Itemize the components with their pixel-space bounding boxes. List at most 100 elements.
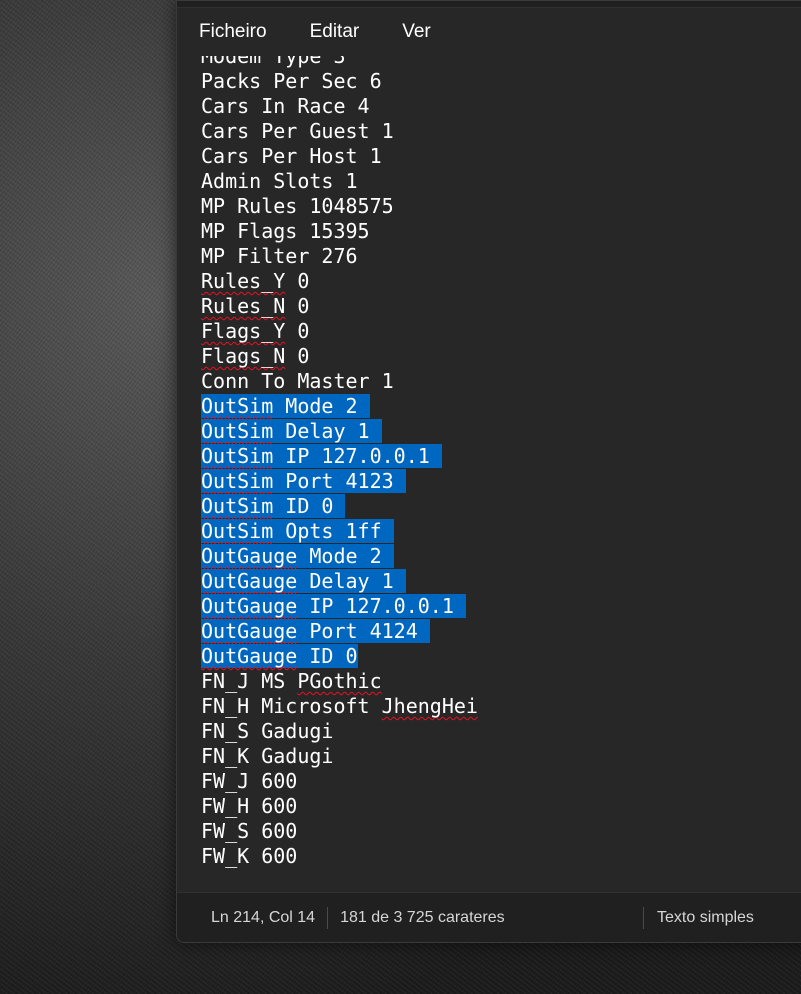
text-line: FW_S 600 xyxy=(201,819,478,844)
text-line: Modem Type 3 xyxy=(201,56,478,69)
text-fragment: FN_H Microsoft xyxy=(201,694,382,718)
text-line: Rules_Y 0 xyxy=(201,269,478,294)
text-line: OutSim Delay 1 xyxy=(201,419,478,444)
text-fragment: MP Filter 276 xyxy=(201,244,358,268)
misspelled-word: OutGauge xyxy=(201,569,298,593)
text-fragment: IP 127.0.0.1 xyxy=(297,594,454,618)
text-line: Flags_N 0 xyxy=(201,344,478,369)
text-format[interactable]: Texto simples xyxy=(657,909,754,927)
line-text: Admin Slots 1 xyxy=(201,169,358,193)
text-fragment: Port 4124 xyxy=(297,619,418,643)
text-fragment: FW_H 600 xyxy=(201,794,298,818)
line-text: FN_S Gadugi xyxy=(201,719,333,743)
line-text: Flags_N 0 xyxy=(201,344,309,368)
text-line: OutGauge Mode 2 xyxy=(201,544,478,569)
character-count: 181 de 3 725 carateres xyxy=(340,909,505,926)
misspelled-word: JhengHei xyxy=(381,694,478,718)
text-fragment: Mode 2 xyxy=(297,544,382,568)
selected-text: OutSim Delay 1 xyxy=(201,419,382,443)
text-line: Cars In Race 4 xyxy=(201,94,478,119)
menu-bar: Ficheiro Editar Ver xyxy=(177,8,801,56)
text-line: Cars Per Host 1 xyxy=(201,144,478,169)
line-text: MP Rules 1048575 xyxy=(201,194,394,218)
text-fragment: Opts 1ff xyxy=(273,519,382,543)
status-divider xyxy=(327,907,329,929)
line-text: FW_H 600 xyxy=(201,794,297,818)
text-line: MP Filter 276 xyxy=(201,244,478,269)
text-line: OutGauge ID 0 xyxy=(201,644,478,669)
text-fragment: 0 xyxy=(285,344,310,368)
text-fragment: 0 xyxy=(285,319,310,343)
text-line: OutSim Port 4123 xyxy=(201,469,478,494)
selected-text: OutGauge ID 0 xyxy=(201,644,358,668)
text-fragment: FW_S 600 xyxy=(201,819,298,843)
text-fragment: FN_K Gadugi xyxy=(201,744,334,768)
text-line: FW_H 600 xyxy=(201,794,478,819)
status-divider xyxy=(643,907,644,929)
line-text: MP Flags 15395 xyxy=(201,219,370,243)
selected-text: OutGauge Port 4124 xyxy=(201,619,430,643)
text-fragment: Modem Type 3 xyxy=(201,56,346,68)
text-fragment: ID 0 xyxy=(297,644,358,668)
line-text: Modem Type 3 xyxy=(201,56,346,68)
text-line: Conn To Master 1 xyxy=(201,369,478,394)
line-text: Flags_Y 0 xyxy=(201,319,309,343)
text-fragment: Delay 1 xyxy=(273,419,370,443)
misspelled-word: OutSim xyxy=(201,469,274,493)
line-text: Cars In Race 4 xyxy=(201,94,370,118)
misspelled-word: OutGauge xyxy=(201,619,298,643)
text-line: Packs Per Sec 6 xyxy=(201,69,478,94)
text-fragment: Admin Slots 1 xyxy=(201,169,358,193)
misspelled-word: OutGauge xyxy=(201,644,298,668)
text-fragment: Cars In Race 4 xyxy=(201,94,370,118)
menu-edit[interactable]: Editar xyxy=(310,21,360,43)
text-line: Cars Per Guest 1 xyxy=(201,119,478,144)
misspelled-word: OutSim xyxy=(201,444,274,468)
selected-text: OutSim ID 0 xyxy=(201,494,346,518)
misspelled-word: OutGauge xyxy=(201,594,298,618)
selected-text: OutSim Port 4123 xyxy=(201,469,406,493)
line-text: Rules_Y 0 xyxy=(201,269,309,293)
text-fragment: MP Rules 1048575 xyxy=(201,194,394,218)
text-fragment: FW_K 600 xyxy=(201,844,298,868)
text-content: Modem Type 3 Packs Per Sec 6 Cars In Race … xyxy=(201,56,478,869)
misspelled-word: OutGauge xyxy=(201,544,298,568)
text-fragment: Packs Per Sec 6 xyxy=(201,69,382,93)
text-line: OutGauge Port 4124 xyxy=(201,619,478,644)
line-text: Cars Per Guest 1 xyxy=(201,119,394,143)
selected-text: OutGauge Mode 2 xyxy=(201,544,394,568)
misspelled-word: Rules_N xyxy=(201,294,286,318)
text-fragment: IP 127.0.0.1 xyxy=(273,444,430,468)
text-line: FW_K 600 xyxy=(201,844,478,869)
line-text: FN_J MS PGothic xyxy=(201,669,382,693)
text-line: FW_J 600 xyxy=(201,769,478,794)
selected-text: OutGauge IP 127.0.0.1 xyxy=(201,594,466,618)
text-editor[interactable]: Modem Type 3 Packs Per Sec 6 Cars In Race … xyxy=(177,56,801,892)
text-line: FN_S Gadugi xyxy=(201,719,478,744)
line-text: Cars Per Host 1 xyxy=(201,144,382,168)
misspelled-word: OutSim xyxy=(201,494,274,518)
text-line: Admin Slots 1 xyxy=(201,169,478,194)
misspelled-word: PGothic xyxy=(297,669,382,693)
menu-file[interactable]: Ficheiro xyxy=(199,21,267,43)
line-text: Rules_N 0 xyxy=(201,294,309,318)
line-text: FW_K 600 xyxy=(201,844,297,868)
line-text: Conn To Master 1 xyxy=(201,369,394,393)
line-text: FN_K Gadugi xyxy=(201,744,333,768)
selected-text: OutSim Mode 2 xyxy=(201,394,370,418)
title-bar[interactable] xyxy=(177,1,801,8)
text-line: OutSim IP 127.0.0.1 xyxy=(201,444,478,469)
text-fragment: FW_J 600 xyxy=(201,769,298,793)
text-line: OutSim Mode 2 xyxy=(201,394,478,419)
text-line: MP Rules 1048575 xyxy=(201,194,478,219)
text-fragment: ID 0 xyxy=(273,494,334,518)
text-line: Flags_Y 0 xyxy=(201,319,478,344)
cursor-position[interactable]: Ln 214, Col 14 xyxy=(211,909,315,927)
text-line: FN_J MS PGothic xyxy=(201,669,478,694)
misspelled-word: Flags_Y xyxy=(201,319,286,343)
misspelled-word: Flags_N xyxy=(201,344,286,368)
misspelled-word: OutSim xyxy=(201,394,274,418)
text-fragment: Cars Per Guest 1 xyxy=(201,119,394,143)
menu-view[interactable]: Ver xyxy=(402,21,431,43)
text-fragment: Delay 1 xyxy=(297,569,394,593)
